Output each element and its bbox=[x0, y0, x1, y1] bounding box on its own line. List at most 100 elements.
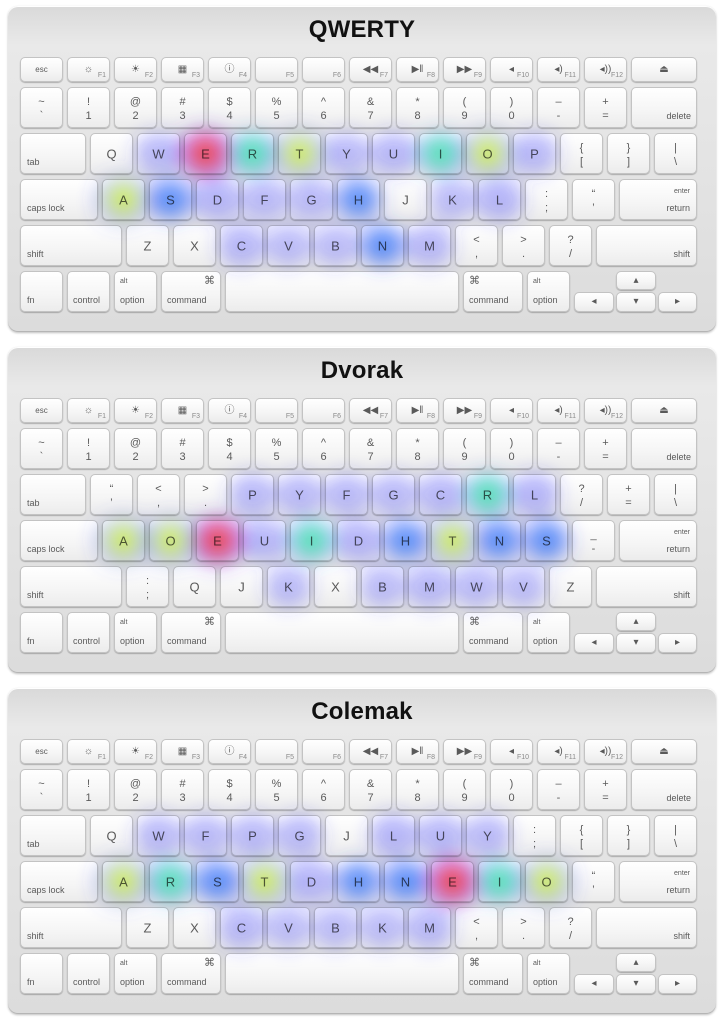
key-u[interactable]: U bbox=[243, 520, 286, 561]
key-c[interactable]: C bbox=[419, 474, 462, 515]
key-d[interactable]: D bbox=[337, 520, 380, 561]
fn-key-f3[interactable]: ▦ F3 bbox=[161, 398, 204, 423]
key-z[interactable]: Z bbox=[549, 566, 592, 607]
fn-key-f7[interactable]: ◀◀ F7 bbox=[349, 57, 392, 82]
fn-modifier-key[interactable]: fn bbox=[20, 612, 63, 653]
key-f[interactable]: F bbox=[184, 815, 227, 856]
space-bar[interactable] bbox=[225, 612, 459, 653]
arrow-left-key[interactable]: ◂ bbox=[574, 974, 614, 994]
return-key[interactable]: enter return bbox=[619, 861, 697, 902]
fn-key-f12[interactable]: ◂)) F12 bbox=[584, 398, 627, 423]
key-u[interactable]: U bbox=[372, 133, 415, 174]
num-key-5[interactable]: % 5 bbox=[255, 87, 298, 128]
key-n[interactable]: N bbox=[384, 861, 427, 902]
fn-key-f9[interactable]: ▶▶ F9 bbox=[443, 57, 486, 82]
key-sym[interactable]: | \ bbox=[654, 815, 697, 856]
control-key[interactable]: control bbox=[67, 271, 110, 312]
num-key-6[interactable]: ^ 6 bbox=[302, 428, 345, 469]
key-sym[interactable]: :; bbox=[126, 566, 169, 607]
num-key-8[interactable]: * 8 bbox=[396, 428, 439, 469]
key-sym[interactable]: | \ bbox=[654, 133, 697, 174]
fn-key-f8[interactable]: ▶‖ F8 bbox=[396, 57, 439, 82]
key-b[interactable]: B bbox=[361, 566, 404, 607]
key-f[interactable]: F bbox=[243, 179, 286, 220]
num-key-9[interactable]: (9 bbox=[443, 769, 486, 810]
num-key-4[interactable]: $4 bbox=[208, 87, 251, 128]
caps-lock-key[interactable]: caps lock bbox=[20, 520, 98, 561]
key-sym[interactable]: }] bbox=[607, 133, 650, 174]
right-shift-key[interactable]: shift bbox=[596, 907, 697, 948]
num-key-6[interactable]: ^ 6 bbox=[302, 769, 345, 810]
fn-key-f6[interactable]: F6 bbox=[302, 398, 345, 423]
left-command-key[interactable]: ⌘ command bbox=[161, 612, 221, 653]
key-a[interactable]: A bbox=[102, 520, 145, 561]
num-key-9[interactable]: (9 bbox=[443, 428, 486, 469]
left-shift-key[interactable]: shift bbox=[20, 566, 122, 607]
arrow-up-key[interactable]: ▴ bbox=[616, 612, 656, 631]
key-sym[interactable]: <, bbox=[137, 474, 180, 515]
key-p[interactable]: P bbox=[231, 474, 274, 515]
num-key-3[interactable]: #3 bbox=[161, 428, 204, 469]
fn-key-f4[interactable]: ⓘ F4 bbox=[208, 57, 251, 82]
fn-key-f6[interactable]: F6 bbox=[302, 57, 345, 82]
key-r[interactable]: R bbox=[231, 133, 274, 174]
fn-key-esc[interactable]: esc bbox=[20, 398, 63, 423]
key-d[interactable]: D bbox=[290, 861, 333, 902]
right-shift-key[interactable]: shift bbox=[596, 566, 697, 607]
num-key-sym[interactable]: ~ ` bbox=[20, 428, 63, 469]
fn-key-f11[interactable]: ◂) F11 bbox=[537, 739, 580, 764]
key-u[interactable]: U bbox=[419, 815, 462, 856]
key-h[interactable]: H bbox=[384, 520, 427, 561]
key-x[interactable]: X bbox=[173, 907, 216, 948]
fn-key-f8[interactable]: ▶‖ F8 bbox=[396, 739, 439, 764]
num-key-2[interactable]: @2 bbox=[114, 769, 157, 810]
key-m[interactable]: M bbox=[408, 907, 451, 948]
fn-key-f7[interactable]: ◀◀ F7 bbox=[349, 398, 392, 423]
fn-modifier-key[interactable]: fn bbox=[20, 271, 63, 312]
key-l[interactable]: L bbox=[372, 815, 415, 856]
key-s[interactable]: S bbox=[196, 861, 239, 902]
num-key-sym[interactable]: – - bbox=[537, 428, 580, 469]
num-key-7[interactable]: & 7 bbox=[349, 428, 392, 469]
left-command-key[interactable]: ⌘ command bbox=[161, 271, 221, 312]
key-sym[interactable]: >. bbox=[184, 474, 227, 515]
key-sym[interactable]: {[ bbox=[560, 815, 603, 856]
fn-key-f3[interactable]: ▦ F3 bbox=[161, 739, 204, 764]
fn-key-eject[interactable]: ⏏ bbox=[631, 398, 697, 423]
arrow-up-key[interactable]: ▴ bbox=[616, 271, 656, 290]
fn-key-f10[interactable]: ◂ F10 bbox=[490, 398, 533, 423]
left-option-key[interactable]: alt option bbox=[114, 953, 157, 994]
caps-lock-key[interactable]: caps lock bbox=[20, 861, 98, 902]
key-q[interactable]: Q bbox=[90, 815, 133, 856]
key-q[interactable]: Q bbox=[90, 133, 133, 174]
key-e[interactable]: E bbox=[196, 520, 239, 561]
tab-key[interactable]: tab bbox=[20, 815, 86, 856]
left-command-key[interactable]: ⌘ command bbox=[161, 953, 221, 994]
key-a[interactable]: A bbox=[102, 861, 145, 902]
key-g[interactable]: G bbox=[290, 179, 333, 220]
fn-key-f12[interactable]: ◂)) F12 bbox=[584, 57, 627, 82]
num-key-7[interactable]: & 7 bbox=[349, 87, 392, 128]
key-e[interactable]: E bbox=[184, 133, 227, 174]
key-o[interactable]: O bbox=[466, 133, 509, 174]
fn-key-f2[interactable]: ☀ F2 bbox=[114, 57, 157, 82]
key-sym[interactable]: ? / bbox=[560, 474, 603, 515]
return-key[interactable]: enter return bbox=[619, 179, 697, 220]
num-key-4[interactable]: $4 bbox=[208, 428, 251, 469]
key-y[interactable]: Y bbox=[466, 815, 509, 856]
key-o[interactable]: O bbox=[149, 520, 192, 561]
key-h[interactable]: H bbox=[337, 179, 380, 220]
fn-key-f11[interactable]: ◂) F11 bbox=[537, 57, 580, 82]
key-t[interactable]: T bbox=[431, 520, 474, 561]
num-key-sym[interactable]: + = bbox=[584, 87, 627, 128]
key-n[interactable]: N bbox=[361, 225, 404, 266]
key-sym[interactable]: _ - bbox=[572, 520, 615, 561]
key-w[interactable]: W bbox=[137, 815, 180, 856]
key-g[interactable]: G bbox=[372, 474, 415, 515]
key-sym[interactable]: ? / bbox=[549, 907, 592, 948]
fn-key-eject[interactable]: ⏏ bbox=[631, 57, 697, 82]
key-g[interactable]: G bbox=[278, 815, 321, 856]
key-sym[interactable]: >. bbox=[502, 907, 545, 948]
key-m[interactable]: M bbox=[408, 225, 451, 266]
key-c[interactable]: C bbox=[220, 907, 263, 948]
